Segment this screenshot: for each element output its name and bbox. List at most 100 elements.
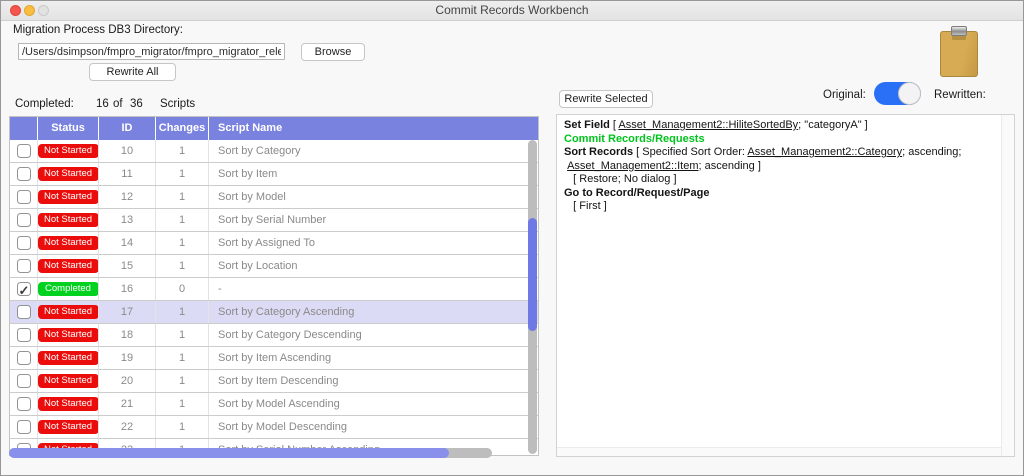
script-detail-area[interactable]: Set Field [ Asset_Management2::HiliteSor…: [556, 114, 1015, 457]
row-checkbox[interactable]: [17, 213, 31, 227]
table-body: Not Started 10 1 Sort by Category Not St…: [10, 140, 538, 456]
row-changes: 1: [155, 232, 208, 254]
row-changes: 0: [155, 278, 208, 300]
table-horizontal-scrollbar[interactable]: [9, 448, 492, 458]
table-row[interactable]: Not Started 17 1 Sort by Category Ascend…: [10, 301, 538, 324]
table-header: Status ID Changes Script Name: [10, 117, 538, 140]
status-badge: Not Started: [38, 351, 99, 365]
status-badge: Not Started: [38, 190, 99, 204]
row-changes: 1: [155, 347, 208, 369]
header-script-name: Script Name: [208, 117, 538, 140]
row-changes: 1: [155, 324, 208, 346]
row-checkbox[interactable]: [17, 144, 31, 158]
table-row[interactable]: Not Started 10 1 Sort by Category: [10, 140, 538, 163]
table-row[interactable]: Not Started 22 1 Sort by Model Descendin…: [10, 416, 538, 439]
table-horizontal-scrollbar-thumb[interactable]: [9, 448, 449, 458]
row-id: 12: [98, 186, 155, 208]
row-id: 20: [98, 370, 155, 392]
script-line: [ Restore; No dialog ]: [564, 173, 996, 187]
script-line: Sort Records [ Specified Sort Order: Ass…: [564, 146, 996, 160]
row-id: 14: [98, 232, 155, 254]
table-row[interactable]: Not Started 13 1 Sort by Serial Number: [10, 209, 538, 232]
script-vertical-scrollbar[interactable]: [1001, 115, 1014, 456]
status-badge: Not Started: [38, 305, 99, 319]
row-script-name: Sort by Category: [208, 140, 538, 162]
row-checkbox[interactable]: [17, 420, 31, 434]
original-label: Original:: [823, 89, 866, 101]
header-id: ID: [98, 117, 155, 140]
browse-button[interactable]: Browse: [301, 43, 365, 61]
table-row[interactable]: Not Started 15 1 Sort by Location: [10, 255, 538, 278]
status-badge: Not Started: [38, 167, 99, 181]
table-vertical-scrollbar[interactable]: [528, 140, 537, 454]
row-changes: 1: [155, 301, 208, 323]
status-badge: Not Started: [38, 420, 99, 434]
row-id: 17: [98, 301, 155, 323]
row-script-name: Sort by Model Descending: [208, 416, 538, 438]
app-window: Commit Records Workbench Migration Proce…: [0, 0, 1024, 476]
row-id: 11: [98, 163, 155, 185]
rewrite-selected-button[interactable]: Rewrite Selected: [559, 90, 653, 108]
directory-label: Migration Process DB3 Directory:: [13, 24, 183, 36]
rewrite-all-button[interactable]: Rewrite All: [89, 63, 176, 81]
table-row[interactable]: Not Started 14 1 Sort by Assigned To: [10, 232, 538, 255]
row-id: 15: [98, 255, 155, 277]
header-status: Status: [37, 117, 98, 140]
row-id: 22: [98, 416, 155, 438]
row-checkbox[interactable]: [17, 374, 31, 388]
row-checkbox[interactable]: [17, 351, 31, 365]
progress-total-count: 36: [130, 98, 143, 110]
table-row[interactable]: Not Started 21 1 Sort by Model Ascending: [10, 393, 538, 416]
script-line: Set Field [ Asset_Management2::HiliteSor…: [564, 119, 996, 133]
row-checkbox[interactable]: [17, 190, 31, 204]
table-row[interactable]: Not Started 11 1 Sort by Item: [10, 163, 538, 186]
titlebar: Commit Records Workbench: [1, 1, 1023, 21]
header-changes: Changes: [155, 117, 208, 140]
row-id: 18: [98, 324, 155, 346]
row-script-name: Sort by Item Descending: [208, 370, 538, 392]
table-vertical-scrollbar-thumb[interactable]: [528, 218, 537, 331]
row-id: 21: [98, 393, 155, 415]
row-checkbox[interactable]: [17, 305, 31, 319]
row-script-name: Sort by Location: [208, 255, 538, 277]
table-row[interactable]: Not Started 18 1 Sort by Category Descen…: [10, 324, 538, 347]
row-script-name: Sort by Assigned To: [208, 232, 538, 254]
toggle-knob[interactable]: [898, 82, 921, 105]
row-checkbox[interactable]: [17, 282, 31, 296]
row-checkbox[interactable]: [17, 328, 31, 342]
window-title: Commit Records Workbench: [1, 1, 1023, 20]
status-badge: Not Started: [38, 213, 99, 227]
table-row[interactable]: Completed 16 0 -: [10, 278, 538, 301]
progress-done-count: 16: [96, 98, 109, 110]
row-changes: 1: [155, 393, 208, 415]
status-badge: Not Started: [38, 397, 99, 411]
row-script-name: Sort by Model: [208, 186, 538, 208]
row-checkbox[interactable]: [17, 397, 31, 411]
row-changes: 1: [155, 163, 208, 185]
rewritten-label: Rewritten:: [934, 89, 986, 101]
row-script-name: -: [208, 278, 538, 300]
progress-unit: Scripts: [160, 98, 195, 110]
status-badge: Not Started: [38, 374, 99, 388]
table-row[interactable]: Not Started 12 1 Sort by Model: [10, 186, 538, 209]
row-changes: 1: [155, 416, 208, 438]
status-badge: Not Started: [38, 144, 99, 158]
table-row[interactable]: Not Started 20 1 Sort by Item Descending: [10, 370, 538, 393]
row-script-name: Sort by Item: [208, 163, 538, 185]
script-line: Go to Record/Request/Page: [564, 187, 996, 201]
row-changes: 1: [155, 140, 208, 162]
directory-path-input[interactable]: [18, 43, 285, 60]
script-text: Set Field [ Asset_Management2::HiliteSor…: [557, 115, 1000, 446]
script-horizontal-scrollbar[interactable]: [557, 447, 1001, 456]
row-id: 19: [98, 347, 155, 369]
row-checkbox[interactable]: [17, 167, 31, 181]
table-row[interactable]: Not Started 19 1 Sort by Item Ascending: [10, 347, 538, 370]
row-checkbox[interactable]: [17, 259, 31, 273]
progress-of: of: [113, 98, 123, 110]
progress-label: Completed:: [15, 98, 74, 110]
row-script-name: Sort by Category Ascending: [208, 301, 538, 323]
row-checkbox[interactable]: [17, 236, 31, 250]
original-rewritten-toggle[interactable]: [874, 82, 921, 105]
header-checkbox-column: [10, 117, 37, 140]
script-line: Asset_Management2::Item; ascending ]: [564, 160, 996, 174]
